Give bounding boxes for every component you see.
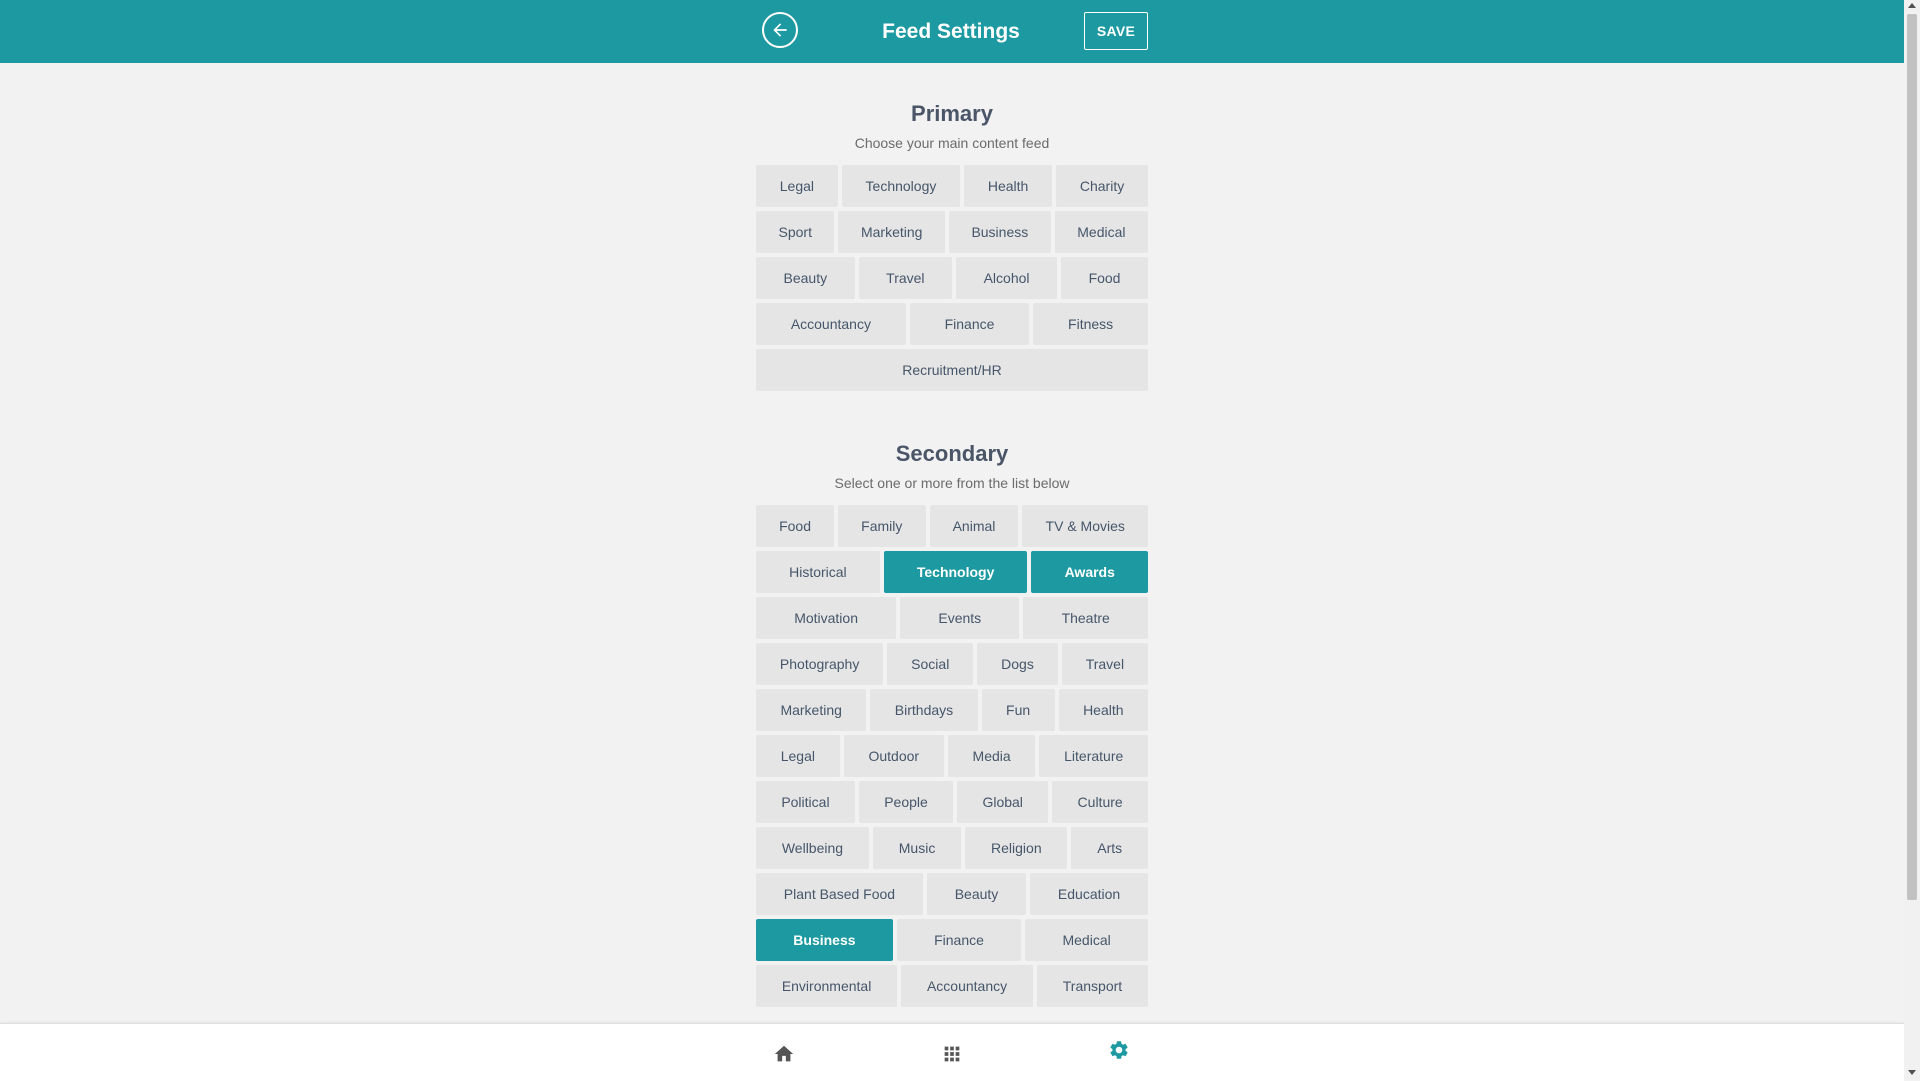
primary-chip-row: Recruitment/HR — [756, 349, 1148, 391]
secondary-chip-political[interactable]: Political — [756, 781, 855, 823]
secondary-chip-legal[interactable]: Legal — [756, 735, 840, 777]
secondary-chip-row: Food Family Animal TV & Movies — [756, 505, 1148, 547]
secondary-chip-photography[interactable]: Photography — [756, 643, 884, 685]
secondary-section-title: Secondary — [895, 441, 1009, 466]
secondary-chip-fun[interactable]: Fun — [981, 689, 1055, 731]
save-button[interactable]: SAVE — [1084, 12, 1148, 50]
secondary-chip-awards[interactable]: Awards — [1031, 551, 1148, 593]
primary-section-subtitle: Choose your main content feed — [854, 135, 1050, 151]
secondary-chip-people[interactable]: People — [858, 781, 954, 823]
scroll-down-arrow-icon[interactable] — [1908, 1070, 1916, 1075]
secondary-chip-global[interactable]: Global — [957, 781, 1049, 823]
secondary-chip-food[interactable]: Food — [756, 505, 835, 547]
page-scrollbar[interactable] — [1904, 0, 1920, 1080]
primary-chip-alcohol[interactable]: Alcohol — [956, 257, 1058, 299]
secondary-chip-row: Marketing Birthdays Fun Health — [756, 689, 1148, 731]
arrow-left-icon — [773, 23, 787, 37]
secondary-topic-grid: Food Family Animal TV & Movies Historical Tec… — [756, 505, 1149, 1007]
primary-chip-legal[interactable]: Legal — [756, 165, 838, 207]
primary-chip-recruitment-hr[interactable]: Recruitment/HR — [756, 349, 1148, 391]
primary-chip-row: Beauty Travel Alcohol Food — [756, 257, 1149, 299]
secondary-chip-technology[interactable]: Technology — [883, 551, 1028, 593]
secondary-chip-dogs[interactable]: Dogs — [977, 643, 1058, 685]
home-icon — [774, 1045, 794, 1062]
secondary-chip-row: Photography Social Dogs Travel — [756, 643, 1148, 685]
primary-chip-row: Sport Marketing Business Medical — [756, 211, 1148, 253]
primary-chip-medical[interactable]: Medical — [1054, 211, 1148, 253]
secondary-chip-accountancy[interactable]: Accountancy — [901, 965, 1033, 1007]
back-button[interactable] — [762, 12, 798, 48]
secondary-chip-medical[interactable]: Medical — [1025, 919, 1148, 961]
secondary-chip-theatre[interactable]: Theatre — [1023, 597, 1148, 639]
secondary-chip-outdoor[interactable]: Outdoor — [843, 735, 944, 777]
primary-chip-sport[interactable]: Sport — [756, 211, 835, 253]
primary-chip-travel[interactable]: Travel — [858, 257, 953, 299]
feed-settings-content: Primary Choose your main content feed Le… — [756, 63, 1149, 1011]
primary-chip-finance[interactable]: Finance — [909, 303, 1030, 345]
secondary-chip-row: Legal Outdoor Media Literature — [756, 735, 1149, 777]
secondary-chip-media[interactable]: Media — [947, 735, 1036, 777]
primary-chip-row: Accountancy Finance Fitness — [756, 303, 1148, 345]
secondary-chip-tv-movies[interactable]: TV & Movies — [1022, 505, 1148, 547]
secondary-section-subtitle: Select one or more from the list below — [834, 475, 1070, 491]
primary-chip-food[interactable]: Food — [1061, 257, 1149, 299]
secondary-chip-row: Environmental Accountancy Transport — [756, 965, 1148, 1007]
primary-topic-grid: Legal Technology Health Charity Sport Marketi… — [756, 165, 1149, 391]
secondary-chip-row: Political People Global Culture — [756, 781, 1149, 823]
primary-chip-row: Legal Technology Health Charity — [756, 165, 1148, 207]
nav-home[interactable] — [772, 1042, 796, 1066]
nav-settings[interactable] — [1107, 1038, 1131, 1062]
bottom-navigation — [0, 1023, 1904, 1081]
top-app-bar: Feed Settings SAVE — [0, 0, 1904, 63]
secondary-chip-environmental[interactable]: Environmental — [756, 965, 898, 1007]
secondary-chip-finance[interactable]: Finance — [896, 919, 1022, 961]
apps-grid-icon — [944, 1046, 960, 1062]
secondary-chip-transport[interactable]: Transport — [1036, 965, 1148, 1007]
secondary-chip-row: Plant Based Food Beauty Education — [756, 873, 1148, 915]
scroll-up-arrow-icon[interactable] — [1908, 3, 1916, 8]
primary-section-title: Primary — [911, 101, 993, 126]
settings-gear-icon — [1110, 1041, 1128, 1059]
secondary-chip-beauty[interactable]: Beauty — [926, 873, 1027, 915]
secondary-chip-business[interactable]: Business — [756, 919, 893, 961]
primary-chip-charity[interactable]: Charity — [1056, 165, 1148, 207]
secondary-chip-birthdays[interactable]: Birthdays — [870, 689, 978, 731]
primary-chip-accountancy[interactable]: Accountancy — [756, 303, 906, 345]
secondary-chip-family[interactable]: Family — [838, 505, 926, 547]
primary-chip-marketing[interactable]: Marketing — [838, 211, 945, 253]
primary-chip-business[interactable]: Business — [948, 211, 1051, 253]
scrollbar-thumb[interactable] — [1907, 14, 1917, 900]
secondary-chip-arts[interactable]: Arts — [1071, 827, 1149, 869]
secondary-chip-health[interactable]: Health — [1058, 689, 1148, 731]
secondary-chip-literature[interactable]: Literature — [1039, 735, 1149, 777]
secondary-chip-religion[interactable]: Religion — [965, 827, 1068, 869]
primary-chip-fitness[interactable]: Fitness — [1033, 303, 1148, 345]
secondary-chip-plant-based-food[interactable]: Plant Based Food — [756, 873, 923, 915]
secondary-chip-events[interactable]: Events — [900, 597, 1020, 639]
secondary-chip-travel[interactable]: Travel — [1061, 643, 1148, 685]
nav-apps[interactable] — [940, 1042, 964, 1066]
secondary-chip-row: Historical Technology Awards — [756, 551, 1148, 593]
secondary-chip-music[interactable]: Music — [872, 827, 962, 869]
secondary-chip-row: Business Finance Medical — [756, 919, 1148, 961]
secondary-chip-social[interactable]: Social — [887, 643, 974, 685]
secondary-chip-culture[interactable]: Culture — [1052, 781, 1149, 823]
primary-chip-beauty[interactable]: Beauty — [756, 257, 855, 299]
secondary-chip-marketing[interactable]: Marketing — [756, 689, 867, 731]
secondary-chip-row: Motivation Events Theatre — [756, 597, 1148, 639]
primary-chip-health[interactable]: Health — [964, 165, 1053, 207]
secondary-chip-wellbeing[interactable]: Wellbeing — [756, 827, 869, 869]
page-title: Feed Settings — [882, 20, 1020, 43]
secondary-chip-row: Wellbeing Music Religion Arts — [756, 827, 1149, 869]
secondary-chip-historical[interactable]: Historical — [756, 551, 880, 593]
secondary-chip-education[interactable]: Education — [1030, 873, 1148, 915]
secondary-chip-animal[interactable]: Animal — [929, 505, 1019, 547]
primary-chip-technology[interactable]: Technology — [841, 165, 961, 207]
secondary-chip-motivation[interactable]: Motivation — [756, 597, 897, 639]
